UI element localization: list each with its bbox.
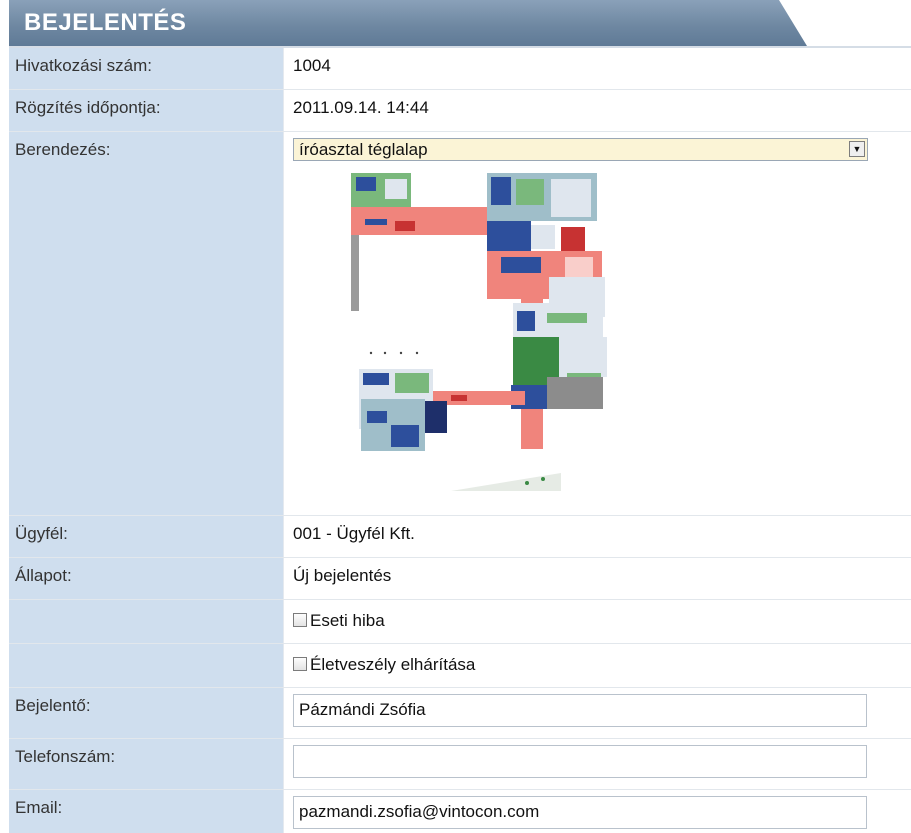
equipment-select[interactable]: íróasztal téglalap ▼ — [293, 138, 868, 161]
incidental-label-cell — [9, 600, 284, 643]
reference-value: 1004 — [293, 56, 331, 75]
email-cell: pazmandi.zsofia@vintocon.com — [284, 790, 911, 833]
status-value: Új bejelentés — [293, 566, 392, 585]
equipment-cell: íróasztal téglalap ▼ — [284, 132, 911, 515]
recorded-time-label: Rögzítés időpontja: — [9, 90, 284, 131]
row-email: Email: pazmandi.zsofia@vintocon.com — [9, 790, 911, 833]
incidental-checkbox[interactable] — [293, 613, 307, 628]
recorded-time-value: 2011.09.14. 14:44 — [293, 98, 429, 117]
report-form: Hivatkozási szám: 1004 Rögzítés időpontj… — [9, 48, 911, 833]
floor-plan-image[interactable] — [351, 173, 616, 491]
row-danger: Életveszély elhárítása — [9, 644, 911, 688]
danger-cell: Életveszély elhárítása — [284, 644, 911, 687]
phone-cell — [284, 739, 911, 789]
email-input[interactable]: pazmandi.zsofia@vintocon.com — [293, 796, 867, 829]
row-status: Állapot: Új bejelentés — [9, 558, 911, 600]
reference-label: Hivatkozási szám: — [9, 48, 284, 89]
equipment-label: Berendezés: — [9, 132, 284, 515]
row-phone: Telefonszám: — [9, 739, 911, 790]
dropdown-arrow-icon[interactable]: ▼ — [849, 141, 865, 157]
client-value: 001 - Ügyfél Kft. — [293, 524, 415, 543]
row-equipment: Berendezés: íróasztal téglalap ▼ — [9, 132, 911, 516]
danger-label-cell — [9, 644, 284, 687]
reporter-input[interactable]: Pázmándi Zsófia — [293, 694, 867, 727]
row-incidental: Eseti hiba — [9, 600, 911, 644]
equipment-select-value: íróasztal téglalap — [299, 140, 428, 159]
danger-checkbox[interactable] — [293, 657, 307, 672]
email-label: Email: — [9, 790, 284, 833]
reporter-cell: Pázmándi Zsófia — [284, 688, 911, 738]
section-title: BEJELENTÉS — [24, 9, 187, 36]
client-label: Ügyfél: — [9, 516, 284, 557]
reporter-label: Bejelentő: — [9, 688, 284, 738]
row-reporter: Bejelentő: Pázmándi Zsófia — [9, 688, 911, 739]
row-reference: Hivatkozási szám: 1004 — [9, 48, 911, 90]
phone-label: Telefonszám: — [9, 739, 284, 789]
row-client: Ügyfél: 001 - Ügyfél Kft. — [9, 516, 911, 558]
danger-checkbox-label[interactable]: Életveszély elhárítása — [310, 655, 475, 674]
incidental-checkbox-label[interactable]: Eseti hiba — [310, 611, 385, 630]
row-recorded-time: Rögzítés időpontja: 2011.09.14. 14:44 — [9, 90, 911, 132]
incidental-cell: Eseti hiba — [284, 600, 911, 643]
section-header: BEJELENTÉS — [0, 0, 911, 48]
phone-input[interactable] — [293, 745, 867, 778]
status-label: Állapot: — [9, 558, 284, 599]
